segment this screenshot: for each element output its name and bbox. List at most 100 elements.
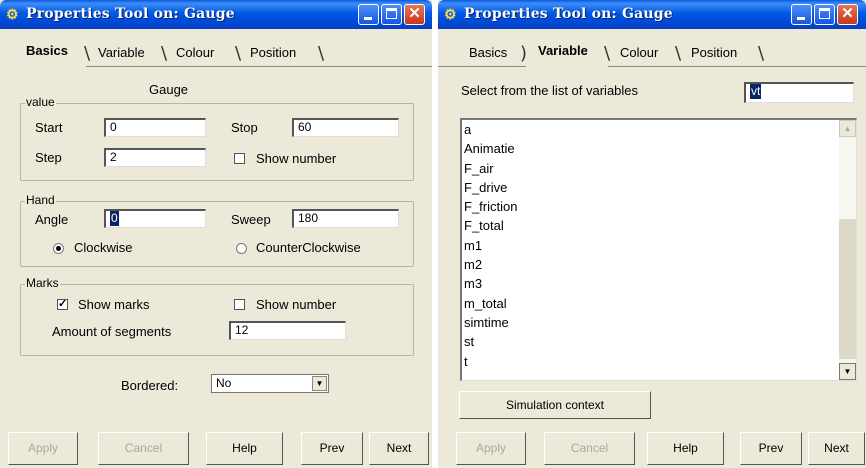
marks-group: Marks xyxy=(20,276,414,356)
window-title: Properties Tool on: Gauge xyxy=(26,6,235,22)
tab-bar: Basics ) Variable \ Colour \ Position \ xyxy=(438,33,866,67)
tab-separator: \ xyxy=(235,43,242,64)
apply-button[interactable]: Apply xyxy=(456,432,526,465)
list-item[interactable]: simtime xyxy=(462,313,856,332)
value-group-legend: value xyxy=(25,95,56,109)
marks-group-legend: Marks xyxy=(25,276,60,290)
hand-group-legend: Hand xyxy=(25,193,56,207)
stop-label: Stop xyxy=(231,120,258,135)
help-button[interactable]: Help xyxy=(647,432,724,465)
counterclockwise-label: CounterClockwise xyxy=(256,240,361,255)
tab-bar: Basics \ Variable \ Colour \ Position \ xyxy=(0,33,432,67)
angle-input[interactable]: 0 xyxy=(104,209,206,228)
sweep-input[interactable]: 180 xyxy=(292,209,399,228)
prev-button[interactable]: Prev xyxy=(301,432,363,465)
close-button[interactable]: ✕ xyxy=(837,4,858,25)
properties-window-basics: ⚙ Properties Tool on: Gauge ✕ Basics \ V… xyxy=(0,0,432,468)
list-item[interactable]: a xyxy=(462,120,856,139)
close-icon: ✕ xyxy=(408,5,421,22)
list-scrollbar[interactable]: ▲ ▼ xyxy=(839,120,856,380)
start-label: Start xyxy=(35,120,63,135)
scroll-thumb[interactable] xyxy=(839,218,856,359)
maximize-icon xyxy=(819,8,830,19)
segments-label: Amount of segments xyxy=(52,324,172,339)
sweep-label: Sweep xyxy=(231,212,271,227)
tab-variable[interactable]: Variable xyxy=(538,43,588,58)
list-item[interactable]: F_total xyxy=(462,216,856,235)
list-item[interactable]: F_air xyxy=(462,159,856,178)
cancel-button[interactable]: Cancel xyxy=(98,432,189,465)
minimize-button[interactable] xyxy=(791,4,812,25)
marks-show-number-checkbox[interactable] xyxy=(234,299,245,310)
tab-separator: \ xyxy=(161,43,168,64)
list-item[interactable]: m_total xyxy=(462,294,856,313)
show-number-checkbox[interactable] xyxy=(234,153,245,164)
tab-basics[interactable]: Basics xyxy=(469,45,507,60)
clockwise-label: Clockwise xyxy=(74,240,133,255)
minimize-icon xyxy=(364,17,372,20)
tab-underline xyxy=(438,66,526,67)
tab-colour[interactable]: Colour xyxy=(620,45,658,60)
bordered-select[interactable]: No ▼ xyxy=(211,374,329,393)
step-input[interactable]: 2 xyxy=(104,148,206,167)
next-button[interactable]: Next xyxy=(369,432,429,465)
variable-items: a Animatie F_air F_drive F_friction F_total m1… xyxy=(462,120,856,371)
stop-input[interactable]: 60 xyxy=(292,118,399,137)
list-item[interactable]: m3 xyxy=(462,274,856,293)
tab-separator: \ xyxy=(318,43,325,64)
scroll-up-icon[interactable]: ▲ xyxy=(839,120,856,137)
clockwise-radio[interactable] xyxy=(53,243,64,254)
next-button[interactable]: Next xyxy=(808,432,865,465)
tab-position[interactable]: Position xyxy=(691,45,737,60)
title-bar[interactable]: ⚙ Properties Tool on: Gauge ✕ xyxy=(438,0,866,29)
tab-basics[interactable]: Basics xyxy=(26,43,68,58)
prev-button[interactable]: Prev xyxy=(740,432,802,465)
close-icon: ✕ xyxy=(841,5,854,22)
step-label: Step xyxy=(35,150,62,165)
title-bar[interactable]: ⚙ Properties Tool on: Gauge ✕ xyxy=(0,0,432,29)
scroll-down-icon[interactable]: ▼ xyxy=(839,363,856,380)
maximize-button[interactable] xyxy=(381,4,402,25)
tab-separator: ) xyxy=(520,43,528,64)
select-variable-label: Select from the list of variables xyxy=(461,83,639,98)
bordered-value: No xyxy=(216,376,232,390)
angle-value: 0 xyxy=(110,211,119,226)
list-item[interactable]: Animatie xyxy=(462,139,856,158)
maximize-button[interactable] xyxy=(814,4,835,25)
app-icon: ⚙ xyxy=(444,6,457,22)
variable-value: vt xyxy=(750,84,762,99)
variable-list[interactable]: a Animatie F_air F_drive F_friction F_total m1… xyxy=(460,118,857,381)
list-item[interactable]: F_friction xyxy=(462,197,856,216)
tab-separator: \ xyxy=(675,43,682,64)
value-group: value xyxy=(20,95,414,181)
list-item[interactable]: F_drive xyxy=(462,178,856,197)
counterclockwise-radio[interactable] xyxy=(236,243,247,254)
show-marks-checkbox[interactable]: ✓ xyxy=(57,299,68,310)
component-heading: Gauge xyxy=(149,82,189,97)
tab-separator: \ xyxy=(758,43,765,64)
minimize-button[interactable] xyxy=(358,4,379,25)
tab-separator: \ xyxy=(84,43,91,64)
tab-colour[interactable]: Colour xyxy=(176,45,214,60)
tab-position[interactable]: Position xyxy=(250,45,296,60)
close-button[interactable]: ✕ xyxy=(404,4,425,25)
help-button[interactable]: Help xyxy=(206,432,283,465)
tab-underline xyxy=(86,66,432,67)
start-input[interactable]: 0 xyxy=(104,118,206,137)
simulation-context-button[interactable]: Simulation context xyxy=(459,391,651,419)
window-title: Properties Tool on: Gauge xyxy=(464,6,673,22)
list-item[interactable]: st xyxy=(462,332,856,351)
bordered-label: Bordered: xyxy=(121,378,179,393)
show-number-label: Show number xyxy=(256,151,337,166)
list-item[interactable]: m2 xyxy=(462,255,856,274)
apply-button[interactable]: Apply xyxy=(8,432,78,465)
properties-window-variable: ⚙ Properties Tool on: Gauge ✕ Basics ) V… xyxy=(438,0,866,468)
list-item[interactable]: t xyxy=(462,352,856,371)
tab-variable[interactable]: Variable xyxy=(98,45,145,60)
variable-input[interactable]: vt xyxy=(744,82,854,103)
list-item[interactable]: m1 xyxy=(462,236,856,255)
minimize-icon xyxy=(797,17,805,20)
dropdown-arrow-icon[interactable]: ▼ xyxy=(312,376,327,391)
segments-input[interactable]: 12 xyxy=(229,321,346,340)
cancel-button[interactable]: Cancel xyxy=(544,432,635,465)
